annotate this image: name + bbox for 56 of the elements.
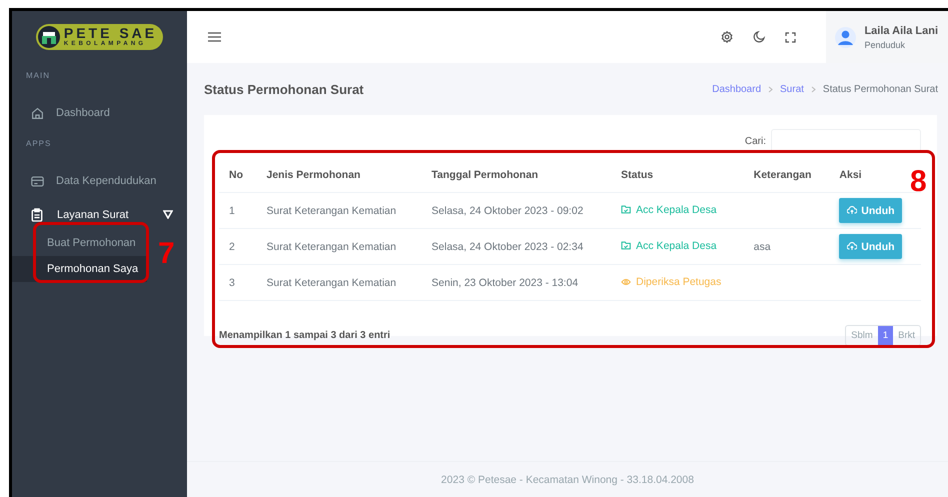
sidebar-item[interactable]: Dashboard xyxy=(12,95,187,131)
previous-page-button[interactable]: Sblm xyxy=(846,326,878,345)
table-cell: 2 xyxy=(219,228,256,264)
chevron-icon xyxy=(768,86,774,92)
section-heading: MAIN xyxy=(25,70,51,82)
card-icon xyxy=(31,176,44,186)
column-header: No xyxy=(219,157,256,192)
table-cell: asa xyxy=(754,240,771,252)
home-icon xyxy=(31,106,44,120)
settings-icon[interactable] xyxy=(721,31,734,43)
clipboard-icon xyxy=(31,208,43,222)
avatar-icon[interactable] xyxy=(835,26,856,48)
status-label: Acc Kepala Desa xyxy=(621,240,717,252)
search-label: Cari: xyxy=(744,136,766,146)
download-button[interactable]: Unduh xyxy=(839,234,902,259)
folder-check-icon xyxy=(621,205,632,214)
submenu-item[interactable]: Buat Permohonan xyxy=(12,230,147,256)
status-label: Acc Kepala Desa xyxy=(621,204,717,216)
table-cell: Selasa, 24 Oktober 2023 - 02:34 xyxy=(422,228,612,264)
next-page-button[interactable]: Brkt xyxy=(893,326,920,345)
moon-icon[interactable] xyxy=(753,31,766,43)
column-header: Tanggal Permohonan xyxy=(422,157,612,192)
user-name: Laila Aila Lani xyxy=(864,24,938,36)
page-title: Status Permohonan Surat xyxy=(204,82,365,96)
sidebar-item[interactable]: Data Kependudukan xyxy=(12,163,187,199)
eye-icon xyxy=(621,278,632,286)
annotation-number: 8 xyxy=(910,167,927,197)
submenu-item[interactable]: Permohonan Saya xyxy=(12,256,147,282)
folder-check-icon xyxy=(621,241,632,250)
download-button[interactable]: Unduh xyxy=(839,198,902,223)
table-cell: Surat Keterangan Kematian xyxy=(256,228,422,264)
sidebar-item[interactable]: Layanan Surat xyxy=(12,199,187,230)
annotation-number: 7 xyxy=(158,239,175,269)
table-cell: Surat Keterangan Kematian xyxy=(256,264,422,300)
status-label: Diperiksa Petugas xyxy=(621,276,722,288)
chevron-icon xyxy=(810,86,816,92)
table-cell: Senin, 23 Oktober 2023 - 13:04 xyxy=(422,264,612,300)
menu-icon[interactable] xyxy=(208,32,221,42)
fullscreen-icon[interactable] xyxy=(785,32,796,42)
table-cell: Selasa, 24 Oktober 2023 - 09:02 xyxy=(422,192,612,228)
table-cell: 3 xyxy=(219,264,256,300)
column-header: Keterangan xyxy=(744,157,830,192)
section-heading: APPS xyxy=(25,138,52,150)
footer-text: 2023 © Petesae - Kecamatan Winong - 33.18.04.2008 xyxy=(441,474,694,486)
cloud-upload-icon xyxy=(847,206,858,215)
breadcrumb-link[interactable]: Dashboard xyxy=(712,84,762,94)
cloud-upload-icon xyxy=(847,242,858,251)
breadcrumb-link[interactable]: Surat xyxy=(780,84,804,94)
breadcrumb-current: Status Permohonan Surat xyxy=(822,84,938,94)
table-cell: Surat Keterangan Kematian xyxy=(256,192,422,228)
entries-info: Menampilkan 1 sampai 3 dari 3 entri xyxy=(219,330,390,341)
user-role: Penduduk xyxy=(864,40,906,50)
table-cell: 1 xyxy=(219,192,256,228)
column-header: Status xyxy=(611,157,744,192)
column-header: Jenis Permohonan xyxy=(256,157,422,192)
page-button[interactable]: 1 xyxy=(878,326,894,345)
